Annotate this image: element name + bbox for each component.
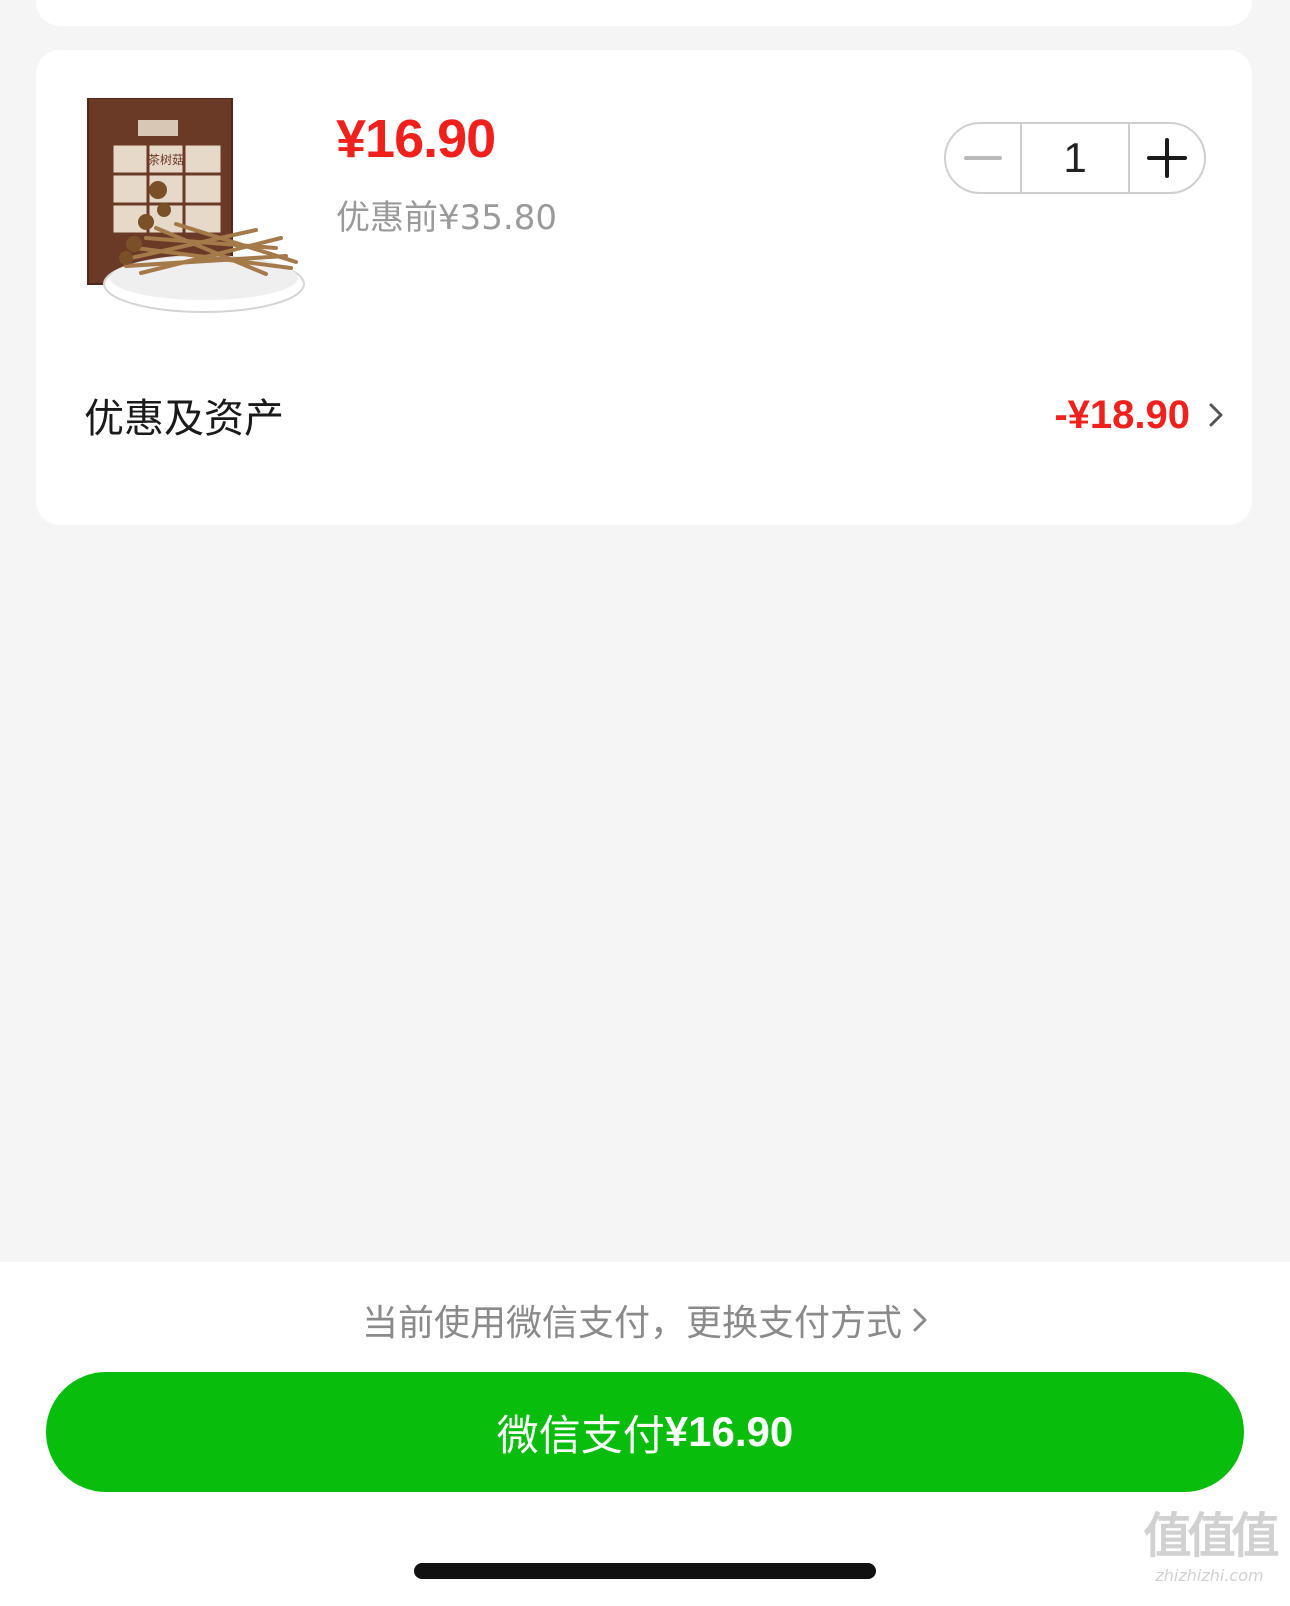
watermark-logo: 值值值 [1143,1508,1279,1564]
plus-icon [1147,138,1187,178]
home-indicator[interactable] [414,1563,876,1579]
decrease-quantity-button[interactable] [946,124,1020,192]
discount-right-group: -¥18.90 [1054,393,1224,438]
product-image: 茶树菇 [87,98,305,313]
discount-value: -¥18.90 [1054,392,1190,437]
wechat-pay-button[interactable]: 微信支付 ¥16.90 [46,1372,1244,1492]
change-payment-method[interactable]: 当前使用微信支付，更换支付方式 [0,1290,1290,1350]
chevron-right-icon [1209,403,1223,427]
pay-button-label: 微信支付 [496,1411,665,1459]
chevron-right-icon [913,1308,927,1332]
payment-panel: 当前使用微信支付，更换支付方式 微信支付 ¥16.90 [0,1262,1290,1606]
package-label: 茶树菇 [148,152,184,167]
pay-button-amount: ¥16.90 [664,1408,794,1455]
quantity-stepper: 1 [944,122,1206,194]
original-price: 优惠前¥35.80 [336,198,557,238]
watermark: 值值值 zhizhizhi.com [1137,1506,1282,1606]
order-item-card: 茶树菇 ¥16.90 优惠前¥35.80 1 优惠及资产 -¥18.90 [36,50,1252,525]
minus-icon [964,156,1002,160]
discount-label: 优惠及资产 [84,396,284,442]
payment-method-text: 当前使用微信支付，更换支付方式 [361,1303,902,1344]
discount-assets-row[interactable]: 优惠及资产 -¥18.90 [84,380,1224,450]
previous-card [36,0,1252,26]
watermark-site: zhizhizhi.com [1155,1566,1264,1585]
increase-quantity-button[interactable] [1130,124,1204,192]
current-price: ¥16.90 [336,109,496,169]
quantity-value[interactable]: 1 [1020,124,1130,192]
